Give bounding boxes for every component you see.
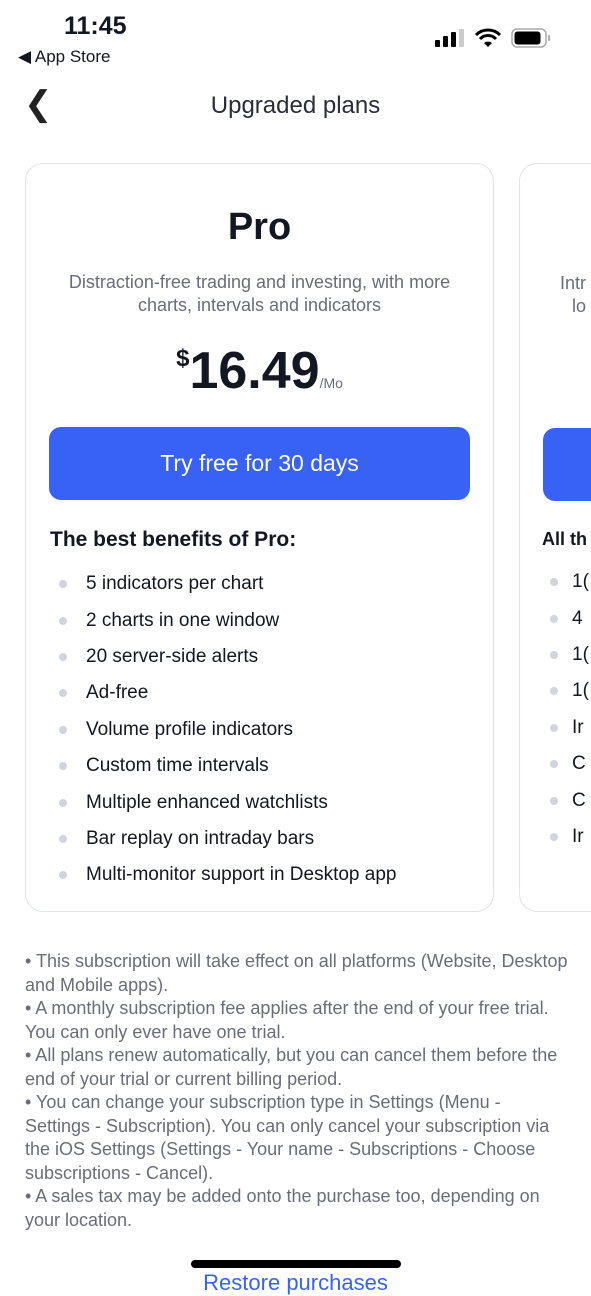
benefit-text: Ir [572,716,584,738]
price-period: /Mo [319,375,343,391]
signal-icon [435,29,464,47]
bullet-icon [59,652,67,661]
benefit-text: Ir [572,825,584,847]
currency-symbol: $ [176,345,190,372]
list-item: Custom time intervals [59,748,493,784]
wifi-icon [475,28,501,47]
benefits-title: The best benefits of Pro: [50,528,297,551]
price-amount: 16.49 [189,342,320,400]
bullet-icon [59,834,67,843]
desc-fragment: lo [572,296,587,316]
list-item: 1( [550,637,591,673]
note: • All plans renew automatically, but you… [25,1045,558,1089]
bullet-icon [550,832,558,841]
benefit-text: 2 charts in one window [86,609,280,631]
bullet-icon [59,798,67,807]
benefit-text: 1( [572,680,589,702]
benefits-list: 5 indicators per chart 2 charts in one w… [59,566,493,894]
try-free-button[interactable] [543,428,591,501]
back-to-app-store-link[interactable]: ◀ App Store [18,47,110,67]
desc-fragment: Intr [560,273,587,293]
benefit-text: Bar replay on intraday bars [86,827,315,849]
list-item: 2 charts in one window [59,602,493,638]
try-free-button[interactable]: Try free for 30 days [49,427,470,500]
list-item: 1( [550,564,591,600]
list-item: 1( [550,673,591,709]
bullet-icon [550,687,558,696]
benefit-text: 1( [572,643,589,665]
home-indicator[interactable] [191,1260,401,1268]
plan-description: Distraction-free trading and investing, … [68,272,451,315]
plan-price [520,342,591,402]
list-item: Ad-free [59,675,493,711]
clock: 11:45 [64,12,127,40]
benefit-text: 4 [572,607,583,629]
bullet-icon [550,578,558,587]
benefit-text: 20 server-side alerts [86,645,259,667]
note: • A monthly subscription fee applies aft… [25,998,549,1042]
bullet-icon [59,689,67,698]
bullet-icon [550,796,558,805]
plan-description: Intr lo [520,272,591,318]
bullet-icon [550,760,558,769]
plan-name [520,206,591,250]
benefits-list: 1( 4 1( 1( Ir C C Ir [550,564,591,855]
benefit-text: C [572,753,586,775]
benefit-text: C [572,789,586,811]
plan-card-pro: Pro Distraction-free trading and investi… [25,163,494,912]
bullet-icon [59,616,67,625]
bullet-icon [550,650,558,659]
plan-card-next[interactable]: Intr lo All th 1( 4 1( 1( Ir C C Ir [519,163,591,912]
benefit-text: Ad-free [86,682,149,704]
nav-bar: ❮ Upgraded plans [0,80,591,130]
bullet-icon [550,723,558,732]
list-item: 4 [550,600,591,636]
restore-purchases-link[interactable]: Restore purchases [0,1270,591,1296]
benefit-text: 1( [572,571,589,593]
list-item: C [550,782,591,818]
list-item: Multi-monitor support in Desktop app [59,857,493,893]
benefits-title: All th [542,529,587,549]
status-bar: 11:45 ◀ App Store [0,0,591,75]
plan-name: Pro [227,206,292,248]
subscription-notes: • This subscription will take effect on … [25,950,570,1232]
note: • You can change your subscription type … [25,1092,550,1183]
note: • A sales tax may be added onto the purc… [25,1186,540,1230]
bullet-icon [550,614,558,623]
note: • This subscription will take effect on … [25,951,568,995]
bullet-icon [59,725,67,734]
benefit-text: 5 indicators per chart [86,573,264,595]
benefit-text: Custom time intervals [86,755,269,777]
list-item: Multiple enhanced watchlists [59,784,493,820]
page-title: Upgraded plans [210,92,381,119]
list-item: 20 server-side alerts [59,639,493,675]
list-item: Ir [550,710,591,746]
list-item: Volume profile indicators [59,712,493,748]
benefit-text: Multiple enhanced watchlists [86,791,328,813]
list-item: 5 indicators per chart [59,566,493,602]
bullet-icon [59,871,67,880]
battery-icon [511,28,550,48]
list-item: Bar replay on intraday bars [59,821,493,857]
bullet-icon [59,580,67,589]
benefit-text: Multi-monitor support in Desktop app [86,864,397,886]
benefit-text: Volume profile indicators [86,718,293,740]
list-item: Ir [550,819,591,855]
list-item: C [550,746,591,782]
bullet-icon [59,762,67,771]
plan-price: $16.49/Mo [26,341,493,401]
